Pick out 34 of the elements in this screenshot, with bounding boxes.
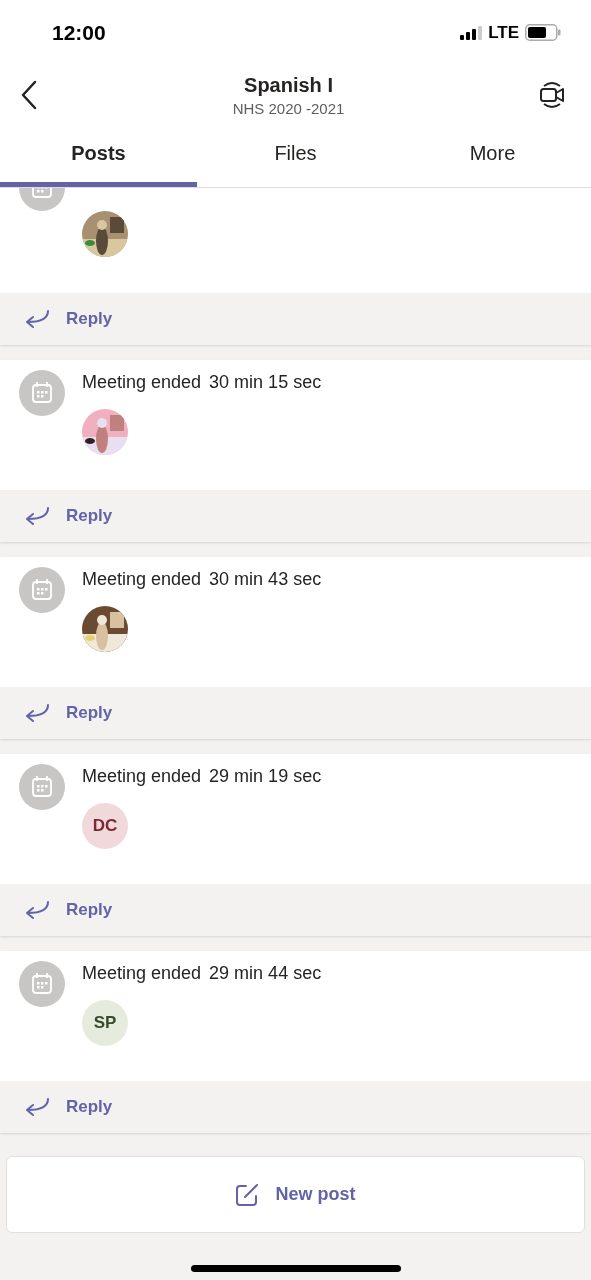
battery-icon <box>525 24 561 41</box>
reply-icon <box>24 506 50 526</box>
reply-button[interactable]: Reply <box>0 293 591 345</box>
compose-icon <box>235 1182 260 1207</box>
meeting-status: Meeting ended <box>82 569 202 590</box>
meeting-duration: 29 min 19 sec <box>209 766 322 787</box>
calendar-icon <box>19 961 65 1007</box>
calendar-icon <box>19 764 65 810</box>
meeting-status: Meeting ended <box>82 372 202 393</box>
reply-icon <box>24 309 50 329</box>
reply-icon <box>24 703 50 723</box>
channel-title: Spanish I <box>244 73 333 97</box>
video-call-icon[interactable] <box>539 80 565 110</box>
calendar-icon <box>19 370 65 416</box>
meeting-duration: 30 min 43 sec <box>209 569 322 590</box>
calendar-icon <box>19 567 65 613</box>
meeting-duration: 30 min 15 sec <box>209 372 322 393</box>
reply-icon <box>24 900 50 920</box>
reply-button[interactable]: Reply <box>0 490 591 542</box>
signal-icon <box>460 25 483 40</box>
reply-icon <box>24 1097 50 1117</box>
team-name: NHS 2020 -2021 <box>232 99 345 117</box>
network-label: LTE <box>488 22 519 43</box>
reply-button[interactable]: Reply <box>0 687 591 739</box>
status-time: 12:00 <box>52 20 106 45</box>
meeting-duration: 29 min 44 sec <box>209 963 322 984</box>
meeting-status: Meeting ended <box>82 766 202 787</box>
reply-button[interactable]: Reply <box>0 884 591 936</box>
reply-button[interactable]: Reply <box>0 1081 591 1133</box>
avatar-initials: DC <box>82 803 128 849</box>
meeting-status: Meeting ended <box>82 963 202 984</box>
new-post-button[interactable]: New post <box>6 1156 585 1233</box>
back-icon[interactable] <box>20 80 38 110</box>
avatar-initials: SP <box>82 1000 128 1046</box>
